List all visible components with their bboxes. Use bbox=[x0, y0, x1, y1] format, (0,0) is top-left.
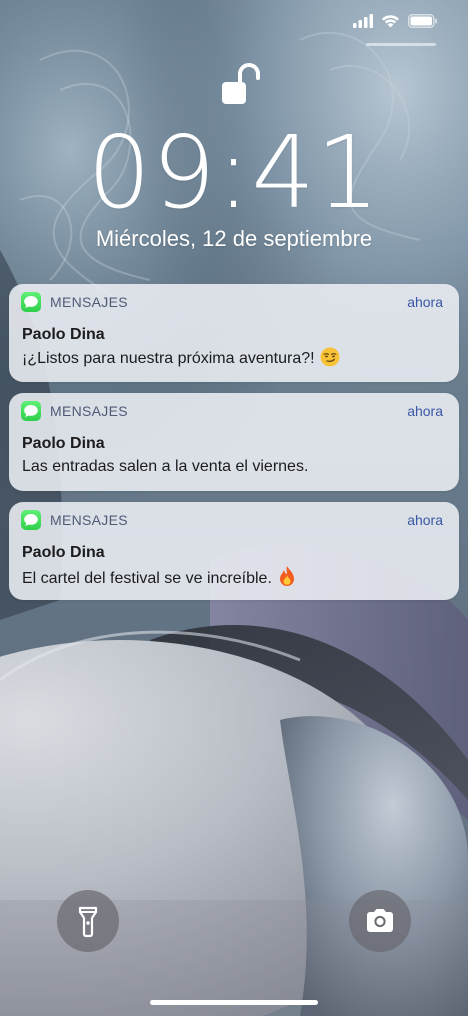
notification-app-name: MENSAJES bbox=[50, 294, 128, 310]
notification-message-text: El cartel del festival se ve increíble. bbox=[22, 570, 272, 587]
messages-app-icon bbox=[21, 401, 41, 421]
flashlight-icon bbox=[78, 906, 98, 938]
lock-screen-time: 09:41 bbox=[87, 114, 381, 231]
battery-icon bbox=[408, 14, 437, 28]
messages-app-icon bbox=[21, 510, 41, 530]
control-center-indicator[interactable] bbox=[366, 43, 436, 46]
fire-emoji bbox=[279, 566, 294, 586]
notification-message-text: Las entradas salen a la venta el viernes… bbox=[22, 458, 309, 475]
notification-time: ahora bbox=[407, 512, 443, 528]
home-indicator[interactable] bbox=[150, 1000, 318, 1005]
notification-time: ahora bbox=[407, 403, 443, 419]
smirking-face-emoji bbox=[320, 347, 340, 367]
wifi-icon bbox=[382, 15, 399, 28]
notification-app-name: MENSAJES bbox=[50, 512, 128, 528]
camera-button[interactable] bbox=[349, 890, 411, 952]
camera-icon bbox=[367, 909, 393, 932]
notification-message: Las entradas salen a la venta el viernes… bbox=[22, 456, 308, 478]
notification-header: MENSAJES ahora bbox=[9, 502, 459, 538]
notification-card[interactable]: MENSAJES ahora Paolo Dina Las entradas s… bbox=[9, 393, 459, 491]
notification-message: El cartel del festival se ve increíble. bbox=[22, 565, 297, 590]
notification-header: MENSAJES ahora bbox=[9, 393, 459, 429]
notification-sender: Paolo Dina bbox=[22, 326, 105, 343]
notification-message: ¡¿Listos para nuestra próxima aventura?! bbox=[22, 347, 340, 370]
notification-card[interactable]: MENSAJES ahora Paolo Dina El cartel del … bbox=[9, 502, 459, 600]
cellular-signal-icon bbox=[353, 14, 373, 28]
messages-app-icon bbox=[21, 292, 41, 312]
status-bar bbox=[353, 14, 438, 28]
notification-sender: Paolo Dina bbox=[22, 435, 105, 452]
notification-sender: Paolo Dina bbox=[22, 544, 105, 561]
notification-app-name: MENSAJES bbox=[50, 403, 128, 419]
lock-screen: 09:41 Miércoles, 12 de septiembre MENSAJ… bbox=[0, 0, 468, 1016]
notification-message-text: ¡¿Listos para nuestra próxima aventura?! bbox=[22, 350, 315, 367]
unlocked-padlock-icon bbox=[222, 63, 260, 104]
notification-card[interactable]: MENSAJES ahora Paolo Dina ¡¿Listos para … bbox=[9, 284, 459, 382]
flashlight-button[interactable] bbox=[57, 890, 119, 952]
lock-screen-date: Miércoles, 12 de septiembre bbox=[95, 226, 373, 251]
notification-time: ahora bbox=[407, 294, 443, 310]
notification-header: MENSAJES ahora bbox=[9, 284, 459, 320]
